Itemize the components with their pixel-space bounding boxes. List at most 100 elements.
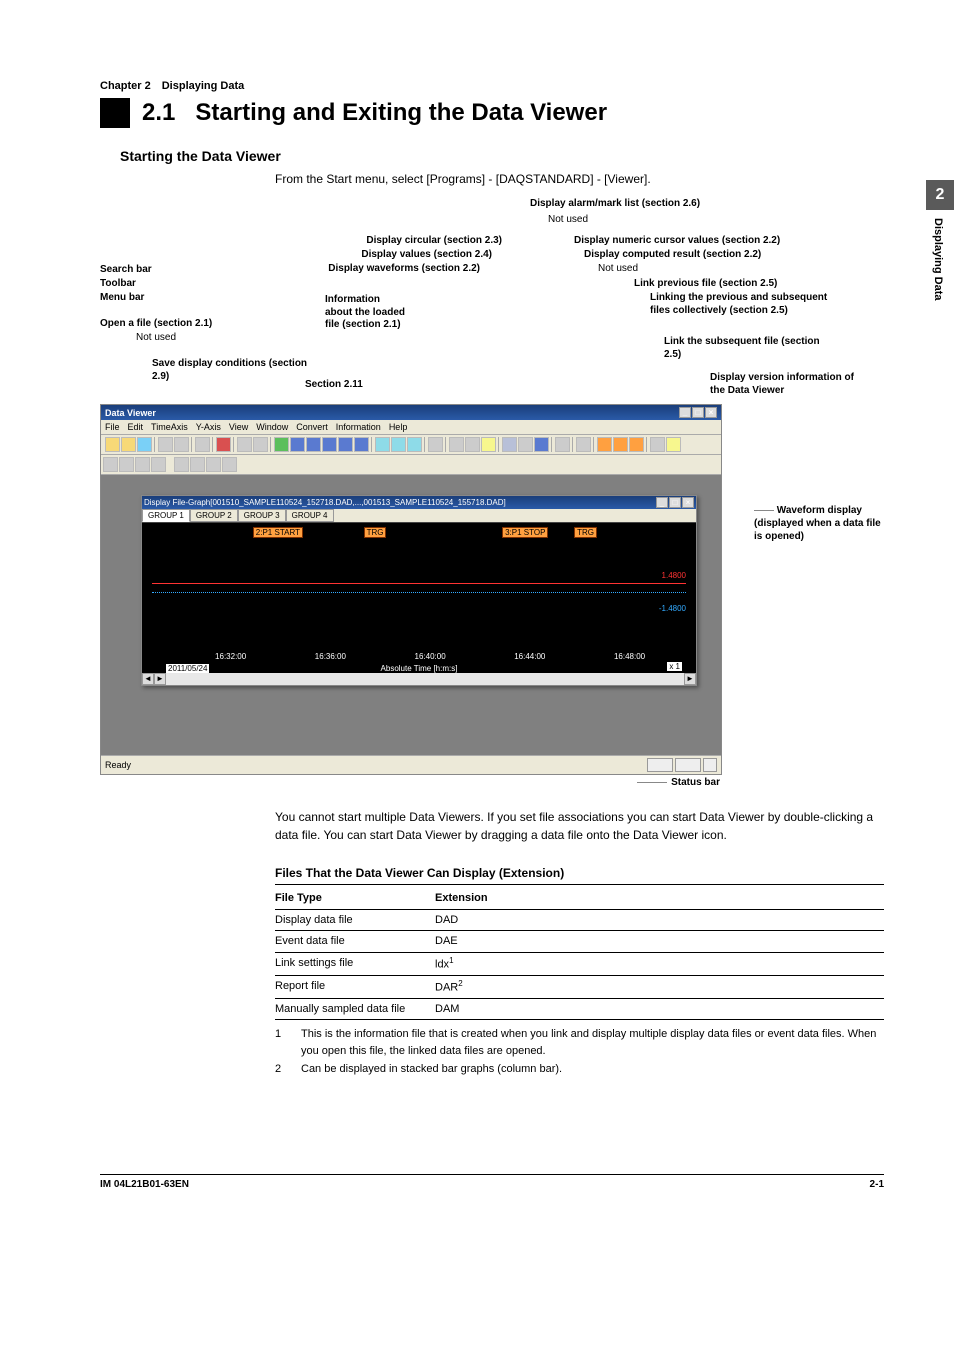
option-icon[interactable] xyxy=(518,437,533,452)
menu-edit[interactable]: Edit xyxy=(128,422,144,432)
scroll-right-inner-icon[interactable]: ► xyxy=(154,673,166,685)
footer-left: IM 04L21B01-63EN xyxy=(100,1179,189,1190)
side-tab-label: Displaying Data xyxy=(926,210,950,309)
status-text: Ready xyxy=(105,760,131,770)
search-prev-icon[interactable] xyxy=(103,457,118,472)
link-prev-icon[interactable] xyxy=(597,437,612,452)
search-b2-icon[interactable] xyxy=(190,457,205,472)
titlebar-text: Data Viewer xyxy=(105,408,156,418)
menu-view[interactable]: View xyxy=(229,422,248,432)
search-b4-icon[interactable] xyxy=(222,457,237,472)
menubar[interactable]: File Edit TimeAxis Y-Axis View Window Co… xyxy=(101,420,721,435)
zoomin-icon[interactable] xyxy=(237,437,252,452)
alarm-icon[interactable] xyxy=(428,437,443,452)
tick-4: 16:44:00 xyxy=(514,652,545,661)
window-controls[interactable]: _□× xyxy=(679,407,717,418)
values-icon[interactable] xyxy=(306,437,321,452)
save-icon[interactable] xyxy=(137,437,152,452)
zoom-badge: x 1 xyxy=(667,662,682,671)
record-icon[interactable] xyxy=(216,437,231,452)
link-next-icon[interactable] xyxy=(629,437,644,452)
cursor-icon[interactable] xyxy=(449,437,464,452)
menu-information[interactable]: Information xyxy=(336,422,381,432)
child-title-text: Display File-Graph[001510_SAMPLE110524_1… xyxy=(144,498,506,507)
section-title-row: 2.1 Starting and Exiting the Data Viewer xyxy=(100,98,884,128)
plot-scrollbar[interactable]: ◄ ► ► xyxy=(142,673,696,685)
view3-icon[interactable] xyxy=(407,437,422,452)
scroll-track[interactable] xyxy=(166,673,684,685)
titlebar[interactable]: Data Viewer _□× xyxy=(101,405,721,420)
table-row: Event data fileDAE xyxy=(275,931,884,953)
menu-timeaxis[interactable]: TimeAxis xyxy=(151,422,188,432)
tab-group-4[interactable]: GROUP 4 xyxy=(286,509,334,522)
search-b1-icon[interactable] xyxy=(174,457,189,472)
callout-menu-bar: Menu bar xyxy=(100,292,144,305)
misc1-icon[interactable] xyxy=(481,437,496,452)
open-icon[interactable] xyxy=(105,437,120,452)
callout-not-used-2: Not used xyxy=(548,214,588,227)
status-bar: Ready xyxy=(101,755,721,774)
menu-help[interactable]: Help xyxy=(389,422,408,432)
x-axis-label: Absolute Time [h:m:s] xyxy=(381,664,458,673)
menu-convert[interactable]: Convert xyxy=(296,422,328,432)
tab-group-3[interactable]: GROUP 3 xyxy=(238,509,286,522)
callout-link-previous: Link previous file (section 2.5) xyxy=(634,278,777,291)
menu-file[interactable]: File xyxy=(105,422,120,432)
waveform-plot[interactable]: 2:P1 START TRG 3:P1 STOP TRG 1.4800 -1.4… xyxy=(142,522,696,673)
search-first-icon[interactable] xyxy=(135,457,150,472)
tick-1: 16:32:00 xyxy=(215,652,246,661)
group-tabs[interactable]: GROUP 1 GROUP 2 GROUP 3 GROUP 4 xyxy=(142,509,696,522)
search-next-icon[interactable] xyxy=(119,457,134,472)
callout-info-about: Information about the loaded file (secti… xyxy=(325,294,405,332)
scroll-left-icon[interactable]: ◄ xyxy=(142,673,154,685)
edit-icon[interactable] xyxy=(576,437,591,452)
maximize-icon: □ xyxy=(692,407,704,418)
gear-icon[interactable] xyxy=(502,437,517,452)
link-both-icon[interactable] xyxy=(613,437,628,452)
view1-icon[interactable] xyxy=(375,437,390,452)
tool-icon[interactable] xyxy=(174,437,189,452)
search-b3-icon[interactable] xyxy=(206,457,221,472)
search-bar[interactable] xyxy=(101,455,721,475)
marker-trg-2: TRG xyxy=(574,527,597,538)
close-icon: × xyxy=(705,407,717,418)
info-icon[interactable] xyxy=(195,437,210,452)
callout-not-used-3: Not used xyxy=(598,263,638,276)
toolbar[interactable] xyxy=(101,435,721,455)
open2-icon[interactable] xyxy=(121,437,136,452)
values4-icon[interactable] xyxy=(354,437,369,452)
callout-display-circular: Display circular (section 2.3) xyxy=(342,235,502,248)
tab-group-2[interactable]: GROUP 2 xyxy=(190,509,238,522)
callout-not-used-1: Not used xyxy=(136,332,176,345)
values3-icon[interactable] xyxy=(338,437,353,452)
callout-link-next: Link the subsequent file (section 2.5) xyxy=(664,336,834,361)
print-icon[interactable] xyxy=(650,437,665,452)
section-title: 2.1 Starting and Exiting the Data Viewer xyxy=(142,99,607,127)
search-last-icon[interactable] xyxy=(151,457,166,472)
about-icon[interactable] xyxy=(666,437,681,452)
view2-icon[interactable] xyxy=(391,437,406,452)
child-window-controls[interactable]: _□× xyxy=(656,497,694,508)
mdi-canvas: Display File-Graph[001510_SAMPLE110524_1… xyxy=(101,475,721,755)
side-tab-number: 2 xyxy=(926,180,954,210)
zoomout-icon[interactable] xyxy=(253,437,268,452)
menu-yaxis[interactable]: Y-Axis xyxy=(196,422,221,432)
comp-icon[interactable] xyxy=(465,437,480,452)
child-titlebar[interactable]: Display File-Graph[001510_SAMPLE110524_1… xyxy=(142,496,696,509)
tick-3: 16:40:00 xyxy=(415,652,446,661)
callout-alarm-mark: Display alarm/mark list (section 2.6) xyxy=(530,198,700,211)
footnotes: 1This is the information file that is cr… xyxy=(275,1026,884,1078)
scroll-right-icon[interactable]: ► xyxy=(684,673,696,685)
intro-line: From the Start menu, select [Programs] -… xyxy=(275,170,884,188)
tab-group-1[interactable]: GROUP 1 xyxy=(142,509,190,522)
section211-icon[interactable] xyxy=(158,437,173,452)
child-window[interactable]: Display File-Graph[001510_SAMPLE110524_1… xyxy=(141,495,697,686)
screenshot-window: Data Viewer _□× File Edit TimeAxis Y-Axi… xyxy=(100,404,722,775)
clipboard-icon[interactable] xyxy=(555,437,570,452)
menu-window[interactable]: Window xyxy=(256,422,288,432)
waveform-icon[interactable] xyxy=(274,437,289,452)
export-icon[interactable] xyxy=(534,437,549,452)
circular-icon[interactable] xyxy=(290,437,305,452)
resize-grip-icon[interactable] xyxy=(703,758,717,772)
values2-icon[interactable] xyxy=(322,437,337,452)
